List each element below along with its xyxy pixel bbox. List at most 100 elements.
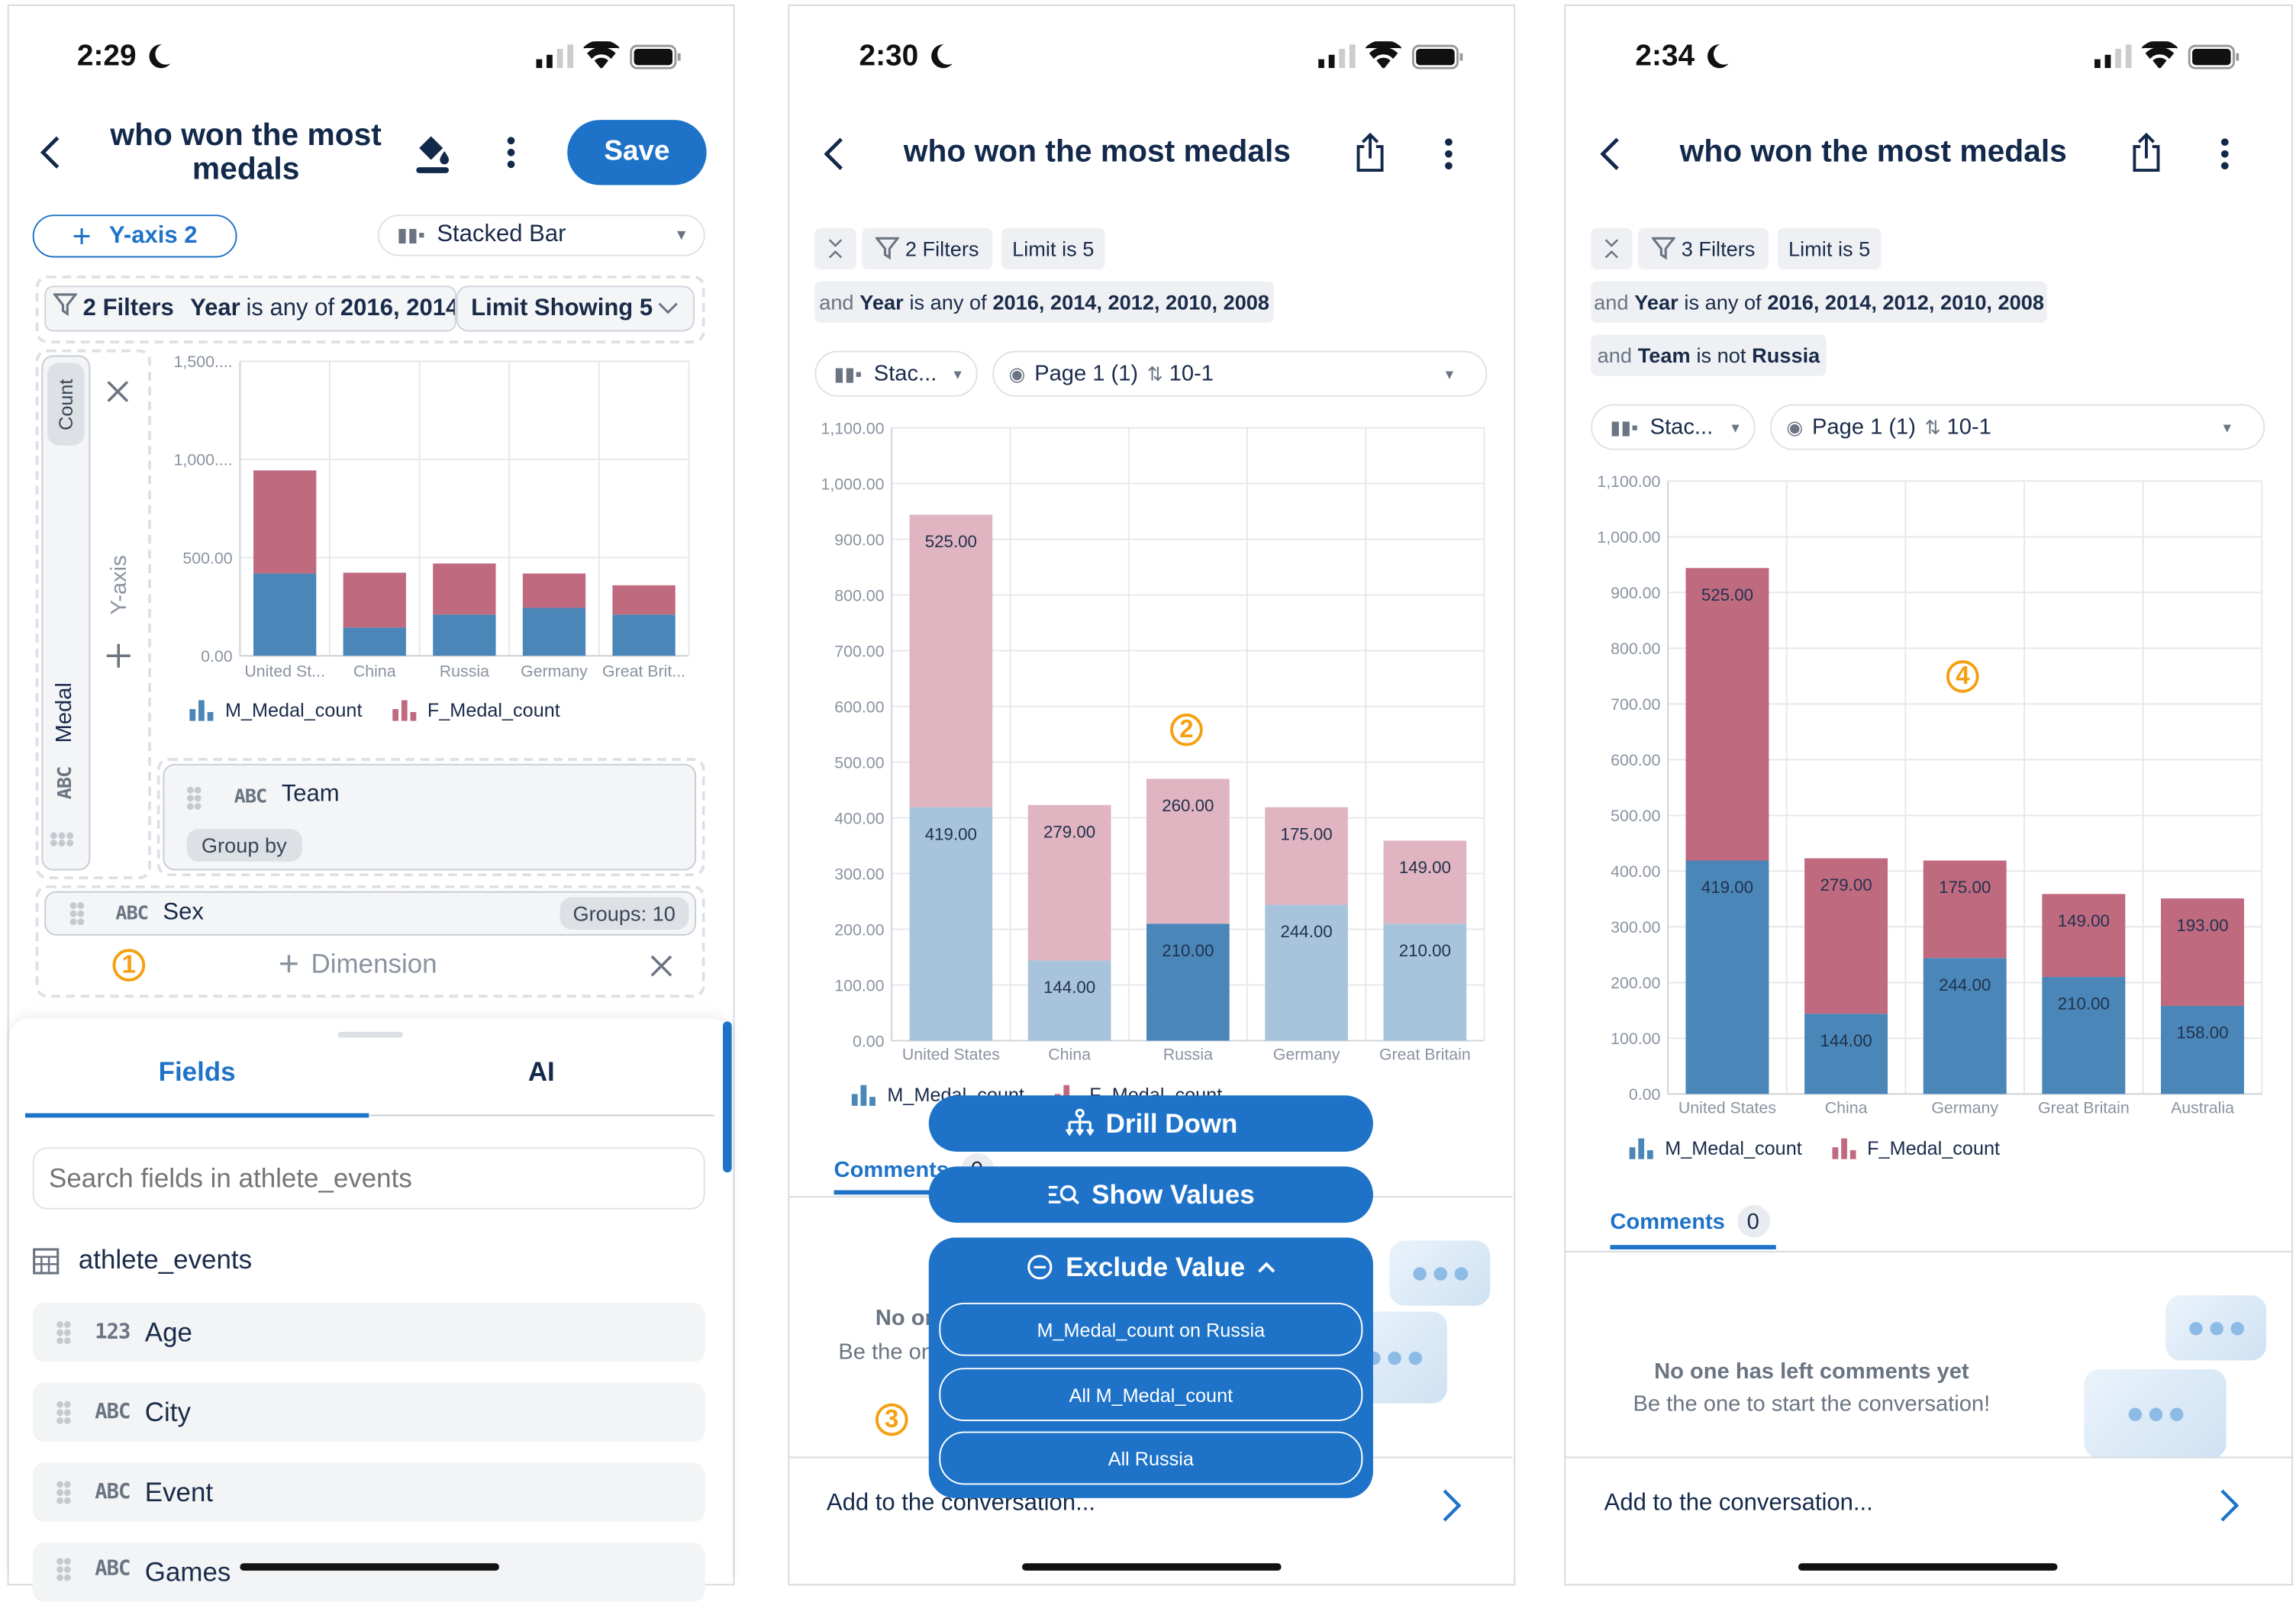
page-select[interactable]: ◉ Page 1 (1) ⇅ 10-1 ▼ bbox=[1770, 404, 2265, 450]
share-icon[interactable] bbox=[1354, 132, 1387, 181]
groups-chip[interactable]: Groups: 10 bbox=[559, 897, 689, 930]
table-name: athlete_events bbox=[78, 1245, 253, 1275]
chevron-right-icon[interactable] bbox=[2219, 1488, 2240, 1530]
bar-m-great-brit-[interactable] bbox=[612, 614, 676, 656]
bar-f-germany[interactable] bbox=[1923, 860, 2007, 959]
more-options-icon[interactable] bbox=[505, 136, 518, 176]
back-icon[interactable] bbox=[822, 136, 846, 179]
limit-select[interactable]: Limit Showing 5 bbox=[456, 285, 695, 332]
bar-f-united-states[interactable] bbox=[909, 514, 993, 807]
page-value: Page 1 (1) bbox=[1812, 414, 1916, 440]
tab-comments[interactable]: Comments 0 bbox=[1610, 1204, 1770, 1238]
bar-m-china[interactable] bbox=[1804, 1014, 1888, 1094]
x-tick-label: Russia bbox=[1163, 1046, 1213, 1064]
exclude-all-m-medal-count[interactable]: All M_Medal_count bbox=[939, 1368, 1363, 1422]
filters-bar[interactable]: 2 Filters Year is any of 2016, 2014, 201… bbox=[44, 285, 456, 332]
more-options-icon[interactable] bbox=[1443, 137, 1455, 177]
collapse-filters-button[interactable] bbox=[1591, 227, 1633, 270]
limit-chip[interactable]: Limit is 5 bbox=[1777, 227, 1882, 270]
chart-type-select[interactable]: ▮▮▪ Stac... ▼ bbox=[814, 350, 978, 397]
bar-f-germany[interactable] bbox=[1265, 807, 1348, 905]
filters-chip[interactable]: 3 Filters bbox=[1638, 227, 1769, 270]
add-y-axis-icon[interactable] bbox=[105, 643, 132, 677]
tab-ai[interactable]: AI bbox=[369, 1057, 714, 1088]
legend-f[interactable]: F_Medal_count bbox=[427, 698, 560, 720]
share-icon[interactable] bbox=[2130, 132, 2163, 181]
bar-f-russia[interactable] bbox=[433, 563, 496, 615]
chart-2[interactable]: 0.00 100.00 200.00 300.00 400.00 500.00 600.00… bbox=[808, 414, 1496, 1065]
bar-f-china[interactable] bbox=[343, 572, 406, 628]
bar-f-germany[interactable] bbox=[522, 573, 586, 608]
x-tick-label: China bbox=[353, 662, 396, 680]
drag-handle-icon[interactable] bbox=[50, 832, 75, 847]
limit-chip[interactable]: Limit is 5 bbox=[1001, 227, 1105, 270]
more-options-icon[interactable] bbox=[2219, 137, 2231, 177]
bar-f-united-st-[interactable] bbox=[253, 470, 317, 574]
chart-type-select[interactable]: ▮▮▪ Stacked Bar ▼ bbox=[377, 214, 705, 256]
search-fields-input[interactable] bbox=[32, 1147, 705, 1210]
y-tick-label: 500.00 bbox=[834, 753, 884, 772]
filter-year-chip[interactable]: and Year is any of 2016, 2014, 2012, 2010, … bbox=[814, 281, 1274, 323]
exclude-m-medal-count-on-russia[interactable]: M_Medal_count on Russia bbox=[939, 1302, 1363, 1356]
filter-team-chip[interactable]: and Team is not Russia bbox=[1591, 334, 1827, 376]
back-icon[interactable] bbox=[1598, 136, 1622, 179]
legend-m[interactable]: M_Medal_count bbox=[225, 698, 363, 720]
filter-op: is any of bbox=[246, 295, 335, 321]
back-icon[interactable] bbox=[38, 135, 62, 178]
y-axis-field-medal[interactable]: Count Medal ABC bbox=[41, 355, 91, 871]
count-chip[interactable]: Count bbox=[47, 363, 85, 446]
bar-m-russia[interactable] bbox=[433, 614, 496, 656]
field-city[interactable]: ABC City bbox=[32, 1382, 705, 1442]
chart-type-select[interactable]: ▮▮▪ Stac... ▼ bbox=[1591, 404, 1756, 450]
drill-down-button[interactable]: Drill Down bbox=[928, 1095, 1373, 1152]
legend-f[interactable]: F_Medal_count bbox=[1867, 1137, 2000, 1159]
exclude-all-russia[interactable]: All Russia bbox=[939, 1431, 1363, 1485]
paint-bucket-icon[interactable] bbox=[413, 131, 451, 182]
save-button[interactable]: Save bbox=[567, 120, 707, 185]
chevron-right-icon[interactable] bbox=[1441, 1488, 1462, 1530]
drag-handle-icon[interactable] bbox=[69, 901, 85, 926]
drag-handle-icon[interactable] bbox=[56, 1400, 72, 1424]
tab-fields[interactable]: Fields bbox=[25, 1057, 369, 1088]
drag-handle-icon[interactable] bbox=[56, 1320, 72, 1345]
bar-m-australia[interactable] bbox=[2161, 1006, 2244, 1094]
team-field[interactable]: ABC Team Group by bbox=[163, 763, 697, 871]
filters-chip[interactable]: 2 Filters bbox=[862, 227, 993, 270]
data-label: 244.00 bbox=[1939, 975, 1991, 994]
bar-m-united-st-[interactable] bbox=[253, 573, 317, 656]
bar-f-australia[interactable] bbox=[2161, 898, 2244, 1007]
sheet-handle[interactable] bbox=[337, 1031, 403, 1038]
page-select[interactable]: ◉ Page 1 (1) ⇅ 10-1 ▼ bbox=[992, 350, 1488, 397]
legend-m[interactable]: M_Medal_count bbox=[1665, 1137, 1802, 1159]
chart-1-legend: M_Medal_count F_Medal_count bbox=[189, 698, 560, 721]
filter-year-chip[interactable]: and Year is any of 2016, 2014, 2012, 2010, … bbox=[1591, 281, 2047, 323]
show-values-button[interactable]: Show Values bbox=[928, 1166, 1373, 1223]
add-dimension-button[interactable]: + Dimension bbox=[279, 946, 437, 982]
remove-y-axis-icon[interactable] bbox=[105, 379, 131, 412]
group-by-chip[interactable]: Group by bbox=[186, 829, 302, 862]
bar-m-china[interactable] bbox=[1027, 960, 1111, 1041]
sheet-scrollbar[interactable] bbox=[723, 1021, 732, 1173]
bar-f-great-brit-[interactable] bbox=[612, 585, 676, 615]
y-tick-label: 800.00 bbox=[834, 586, 884, 604]
collapse-filters-button[interactable] bbox=[814, 227, 856, 270]
remove-dimension-icon[interactable] bbox=[649, 953, 674, 986]
drag-handle-icon[interactable] bbox=[56, 1480, 72, 1504]
exclude-value-toggle[interactable]: Exclude Value bbox=[929, 1246, 1373, 1288]
add-comment-input[interactable]: Add to the conversation... bbox=[1604, 1491, 1873, 1517]
sex-field[interactable]: ABC Sex Groups: 10 bbox=[44, 891, 697, 936]
add-y-axis-button[interactable]: + Y-axis 2 bbox=[32, 214, 237, 258]
drag-handle-icon[interactable] bbox=[186, 785, 202, 810]
field-event[interactable]: ABC Event bbox=[32, 1462, 705, 1522]
field-age[interactable]: 123 Age bbox=[32, 1302, 705, 1362]
bar-m-germany[interactable] bbox=[522, 608, 586, 656]
y-field-name: Medal bbox=[51, 682, 77, 743]
bar-f-great-britain[interactable] bbox=[1383, 840, 1467, 924]
chart-3[interactable]: 0.00 100.00 200.00 300.00 400.00 500.00 600.00… bbox=[1582, 468, 2271, 1119]
bar-m-china[interactable] bbox=[343, 627, 406, 656]
bar-f-united-states[interactable] bbox=[1685, 568, 1769, 861]
data-label: 210.00 bbox=[2058, 994, 2110, 1014]
x-tick-label: Australia bbox=[2171, 1099, 2234, 1117]
bar-f-great-britain[interactable] bbox=[2042, 894, 2126, 978]
field-games[interactable]: ABC Games bbox=[32, 1542, 705, 1602]
